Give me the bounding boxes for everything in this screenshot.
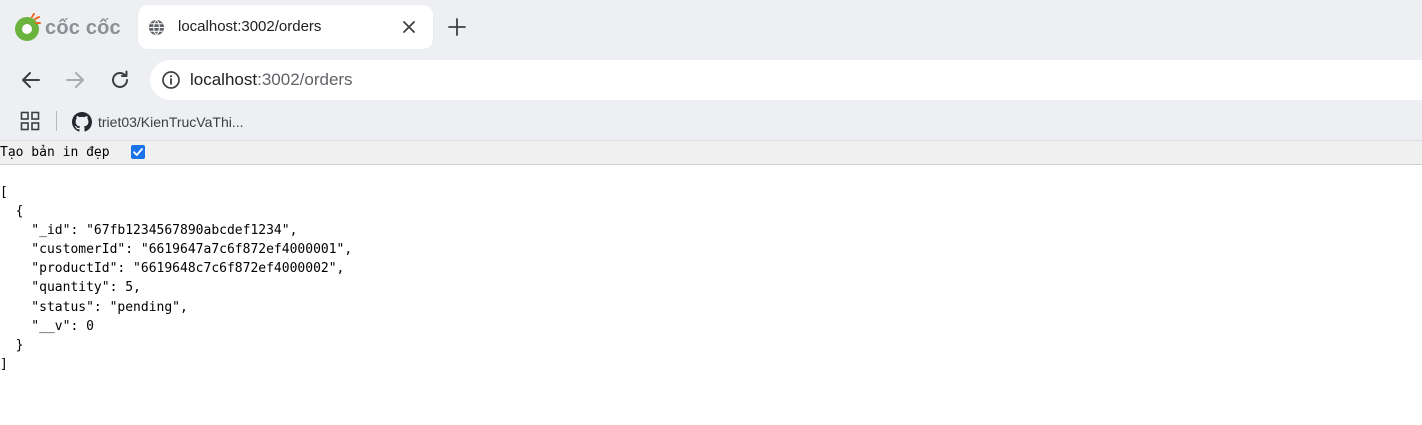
url-path: :3002/orders [257,70,353,89]
tab-title: localhost:3002/orders [178,18,322,35]
bookmark-item[interactable]: triet03/KienTrucVaThi... [72,109,244,135]
pretty-print-label: Tạo bản in đẹp [0,145,110,160]
checkbox-checked-icon [133,148,143,156]
forward-arrow-icon[interactable] [63,68,87,92]
tab-strip: cốc cốc localhost:3002/orders [0,0,1422,56]
pretty-print-bar: Tạo bản in đẹp [0,140,1422,165]
coccoc-logo-icon [15,13,41,41]
json-line: "productId": "6619648c7c6f872ef4000002", [0,261,345,277]
json-line: "__v": 0 [0,318,94,334]
globe-icon [148,19,165,36]
json-line: "quantity": 5, [0,280,141,296]
bookmark-label: triet03/KienTrucVaThi... [98,114,244,130]
back-arrow-icon[interactable] [19,68,43,92]
json-line: "status": "pending", [0,299,188,315]
reload-icon[interactable] [108,68,132,92]
json-line: "_id": "67fb1234567890abcdef1234", [0,223,298,239]
pretty-print-checkbox[interactable] [131,145,145,159]
plus-icon[interactable] [446,16,468,38]
apps-grid-icon[interactable] [20,111,40,131]
close-icon[interactable] [399,17,419,37]
tab-localhost-orders[interactable]: localhost:3002/orders [138,5,433,49]
browser-brand[interactable]: cốc cốc [12,12,121,44]
json-line: "customerId": "6619647a7c6f872ef4000001"… [0,242,353,258]
json-line: { [0,204,24,220]
json-content: [ { "_id": "67fb1234567890abcdef1234", "… [0,183,352,374]
json-line: } [0,337,24,353]
github-icon [72,112,92,132]
bookmarks-divider [56,111,57,131]
url-host: localhost [190,70,258,89]
json-line: ] [0,356,8,372]
toolbar: localhost:3002/orders [0,56,1422,104]
bookmarks-bar: triet03/KienTrucVaThi... [0,104,1422,140]
address-url[interactable]: localhost:3002/orders [190,70,353,90]
json-line: [ [0,185,8,200]
brand-name: cốc cốc [45,16,121,39]
info-icon[interactable] [161,70,181,90]
address-bar[interactable]: localhost:3002/orders [150,60,1422,100]
